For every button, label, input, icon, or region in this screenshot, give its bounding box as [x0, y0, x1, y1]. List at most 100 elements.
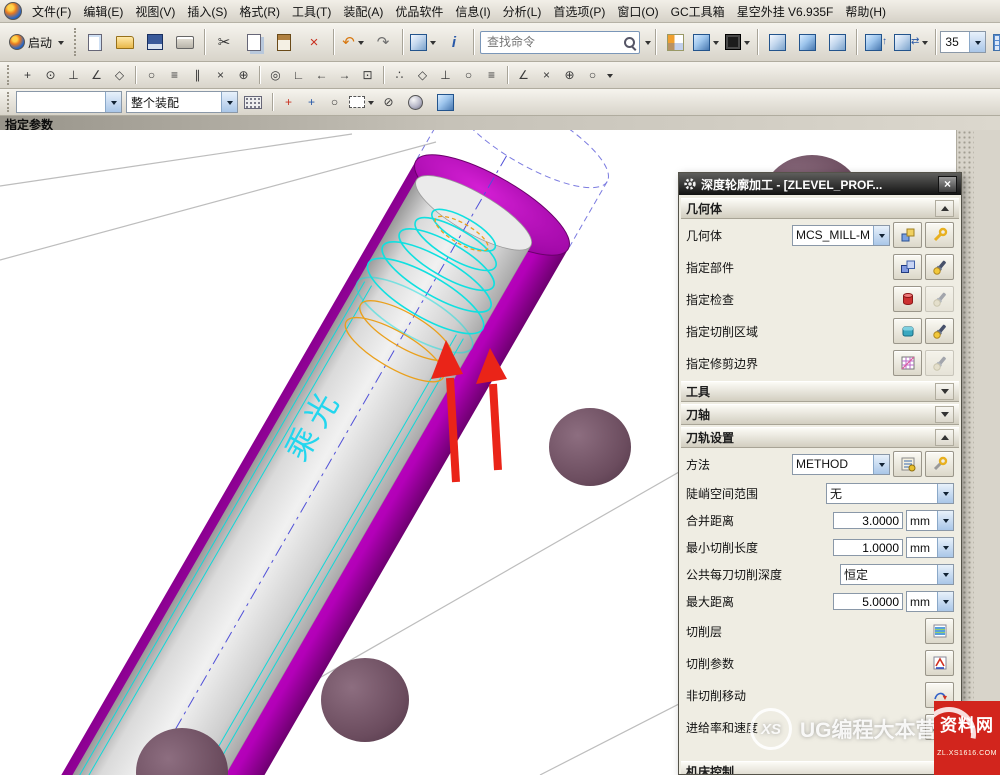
menu-tools[interactable]: 工具(T): [286, 1, 337, 22]
wireframe-view-1-button[interactable]: [762, 28, 792, 56]
create-geometry-button[interactable]: [893, 222, 922, 248]
highlight-crosshair-button[interactable]: +: [277, 91, 300, 114]
snap-parallel-button[interactable]: ∥: [186, 64, 209, 87]
dropdown-arrow[interactable]: [969, 32, 985, 52]
rectangle-select-button[interactable]: [346, 90, 377, 114]
menu-edit[interactable]: 编辑(E): [77, 1, 129, 22]
constraint-circle-button[interactable]: ○: [581, 64, 604, 87]
method-combo[interactable]: METHOD: [792, 454, 890, 475]
menu-analysis[interactable]: 分析(L): [497, 1, 548, 22]
dropdown-arrow[interactable]: [221, 92, 237, 112]
measure-points-button[interactable]: ∴: [388, 64, 411, 87]
snap-plus-circle-button[interactable]: ⊕: [232, 64, 255, 87]
dropdown-arrow[interactable]: [937, 592, 953, 611]
dropdown-arrow[interactable]: [937, 538, 953, 557]
dropdown-arrow[interactable]: [873, 226, 889, 245]
move-object-button[interactable]: ↑: [861, 28, 891, 56]
toolbar-grip[interactable]: [7, 65, 12, 85]
sphere-select-button[interactable]: [400, 90, 430, 114]
snap-boxed-point-button[interactable]: ⊡: [356, 64, 379, 87]
measure-lines-button[interactable]: ≡: [480, 64, 503, 87]
snap-corner-button[interactable]: ∟: [287, 64, 310, 87]
dialog-close-button[interactable]: ×: [938, 176, 957, 193]
hole-bottom-center[interactable]: [321, 658, 409, 742]
cut-levels-button[interactable]: [925, 618, 954, 644]
menu-window[interactable]: 窗口(O): [611, 1, 664, 22]
max-distance-input[interactable]: [833, 593, 903, 610]
redo-button[interactable]: ↷: [368, 28, 398, 56]
view-scale-combo[interactable]: 35: [940, 31, 986, 53]
circle-select-button[interactable]: ○: [323, 91, 346, 114]
common-depth-combo[interactable]: 恒定: [840, 564, 954, 585]
section-tool-axis[interactable]: 刀轴: [681, 404, 959, 425]
window-layout-button[interactable]: [660, 28, 690, 56]
edit-method-button[interactable]: [925, 451, 954, 477]
measure-circle-button[interactable]: ○: [457, 64, 480, 87]
command-search-input[interactable]: [485, 34, 624, 50]
copy-button[interactable]: [239, 28, 269, 56]
select-cut-area-button[interactable]: [893, 318, 922, 344]
delete-button[interactable]: ×: [299, 28, 329, 56]
paste-button[interactable]: [269, 28, 299, 56]
expand-chevron-button[interactable]: [935, 406, 954, 423]
section-tool[interactable]: 工具: [681, 381, 959, 402]
geometry-parent-combo[interactable]: MCS_MILL-M: [792, 225, 890, 246]
print-button[interactable]: [170, 28, 200, 56]
graphics-viewport[interactable]: 乘光 深度轮廓加工: [0, 130, 1000, 775]
cutting-parameters-button[interactable]: [925, 650, 954, 676]
save-button[interactable]: [140, 28, 170, 56]
dropdown-arrow[interactable]: [937, 565, 953, 584]
cut-button[interactable]: ✂: [209, 28, 239, 56]
shaded-display-button[interactable]: [722, 28, 753, 56]
no-selection-button[interactable]: ⊘: [377, 91, 400, 114]
select-part-button[interactable]: [893, 254, 922, 280]
measure-diamond-button[interactable]: ◇: [411, 64, 434, 87]
snap-angle-button[interactable]: ∠: [85, 64, 108, 87]
create-method-button[interactable]: [893, 451, 922, 477]
snap-bullseye-button[interactable]: ◎: [264, 64, 287, 87]
select-trim-boundary-button[interactable]: [893, 350, 922, 376]
forward-button[interactable]: →: [333, 64, 356, 87]
part-navigator-button[interactable]: [407, 28, 439, 56]
display-cut-area-button[interactable]: [925, 318, 954, 344]
merge-distance-input[interactable]: [833, 512, 903, 529]
wireframe-view-3-button[interactable]: [822, 28, 852, 56]
menu-youpin-software[interactable]: 优品软件: [389, 1, 449, 22]
menu-gc-toolbox[interactable]: GC工具箱: [665, 1, 731, 22]
keyboard-entry-button[interactable]: [238, 90, 268, 114]
menu-format[interactable]: 格式(R): [233, 1, 286, 22]
dialog-title-bar[interactable]: 深度轮廓加工 - [ZLEVEL_PROF... ×: [679, 173, 961, 195]
solid-select-button[interactable]: [430, 90, 460, 114]
min-cut-length-unit-combo[interactable]: mm: [906, 537, 954, 558]
collapse-chevron-button[interactable]: [935, 200, 954, 217]
min-cut-length-input[interactable]: [833, 539, 903, 556]
type-filter-combo[interactable]: [16, 91, 122, 113]
collapse-chevron-button[interactable]: [935, 429, 954, 446]
snap-midline-button[interactable]: ≡: [163, 64, 186, 87]
selection-scope-combo[interactable]: 整个装配: [126, 91, 238, 113]
wireframe-view-2-button[interactable]: [792, 28, 822, 56]
snap-quadrant-button[interactable]: ◇: [108, 64, 131, 87]
display-part-button[interactable]: [925, 254, 954, 280]
start-menu-button[interactable]: 启动: [3, 28, 70, 56]
transform-button[interactable]: ⇄: [891, 28, 931, 56]
dropdown-arrow[interactable]: [105, 92, 121, 112]
snap-circle-button[interactable]: ○: [140, 64, 163, 87]
select-check-button[interactable]: [893, 286, 922, 312]
menu-information[interactable]: 信息(I): [449, 1, 496, 22]
new-file-button[interactable]: [80, 28, 110, 56]
steep-range-combo[interactable]: 无: [826, 483, 954, 504]
menu-starsky-plugin[interactable]: 星空外挂 V6.935F: [731, 1, 840, 22]
dropdown-arrow[interactable]: [873, 455, 889, 474]
orient-view-button[interactable]: [690, 28, 722, 56]
snap-point-button[interactable]: +: [16, 64, 39, 87]
section-machine-control[interactable]: 机床控制: [681, 761, 959, 774]
menu-preferences[interactable]: 首选项(P): [547, 1, 611, 22]
snap-grid-button[interactable]: [986, 28, 1000, 56]
menu-assemblies[interactable]: 装配(A): [337, 1, 389, 22]
section-path-settings[interactable]: 刀轨设置: [681, 427, 959, 448]
constraint-plus-button[interactable]: ⊕: [558, 64, 581, 87]
info-note-button[interactable]: i: [439, 28, 469, 56]
back-button[interactable]: ←: [310, 64, 333, 87]
constraint-cross-button[interactable]: ×: [535, 64, 558, 87]
